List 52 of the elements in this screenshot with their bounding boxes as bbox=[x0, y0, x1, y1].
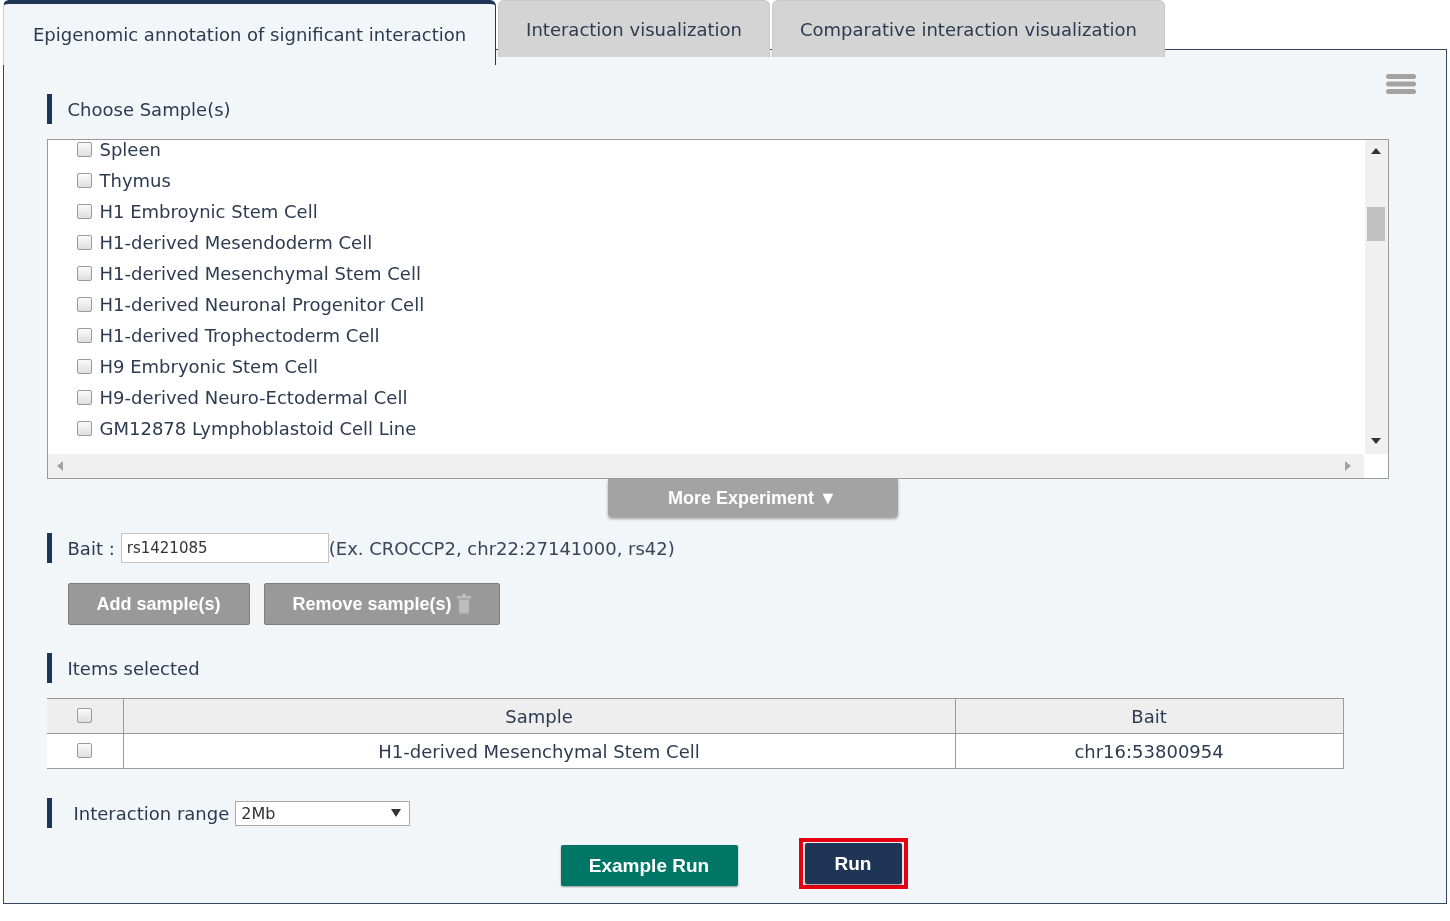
tab[interactable]: Epigenomic annotation of significant interaction bbox=[3, 0, 497, 65]
heading-marker bbox=[46, 533, 52, 563]
table-cell: chr16:53800954 bbox=[955, 733, 1343, 769]
checkbox[interactable] bbox=[77, 742, 92, 758]
checkbox[interactable] bbox=[76, 142, 92, 157]
sample-option[interactable]: Thymus bbox=[99, 170, 171, 191]
bait-input[interactable]: rs1421085 bbox=[120, 533, 329, 563]
sample-option[interactable]: H1-derived Mesenchymal Stem Cell bbox=[99, 263, 421, 284]
bait-hint: (Ex. CROCCP2, chr22:27141000, rs42) bbox=[328, 537, 675, 559]
scroll-down-icon[interactable] bbox=[1370, 438, 1381, 444]
table-cell: H1-derived Mesenchymal Stem Cell bbox=[123, 733, 956, 769]
sample-option[interactable]: H9 Embryonic Stem Cell bbox=[99, 356, 319, 377]
checkbox[interactable] bbox=[76, 390, 92, 405]
sample-option[interactable]: H1-derived Neuronal Progenitor Cell bbox=[99, 294, 425, 315]
checkbox[interactable] bbox=[76, 328, 92, 343]
checkbox[interactable] bbox=[76, 173, 92, 188]
heading-marker bbox=[46, 94, 52, 124]
tab[interactable]: Comparative interaction visualization bbox=[771, 0, 1165, 57]
section-heading: Items selected bbox=[67, 657, 200, 679]
scroll-left-icon[interactable] bbox=[56, 461, 63, 471]
dropdown-caret-icon bbox=[391, 809, 402, 817]
checkbox[interactable] bbox=[76, 235, 92, 250]
trash-icon bbox=[456, 594, 471, 614]
sample-option[interactable]: H1-derived Trophectoderm Cell bbox=[99, 325, 380, 346]
horizontal-scrollbar[interactable] bbox=[47, 454, 1364, 478]
checkbox[interactable] bbox=[76, 266, 92, 281]
sample-option[interactable]: H1 Embroynic Stem Cell bbox=[99, 201, 318, 222]
sample-option[interactable]: H9-derived Neuro-Ectodermal Cell bbox=[99, 387, 408, 408]
checkbox[interactable] bbox=[76, 297, 92, 312]
column-header: Sample bbox=[123, 698, 956, 734]
heading-marker bbox=[46, 798, 52, 828]
section-heading: Choose Sample(s) bbox=[67, 98, 231, 120]
scroll-thumb[interactable] bbox=[1366, 207, 1385, 241]
column-header: Bait bbox=[955, 698, 1343, 734]
sample-option[interactable]: GM12878 Lymphoblastoid Cell Line bbox=[99, 418, 417, 439]
scroll-right-icon[interactable] bbox=[1344, 461, 1351, 471]
run-button[interactable]: Run bbox=[804, 843, 902, 884]
heading-marker bbox=[46, 653, 52, 683]
sample-option[interactable]: Spleen bbox=[99, 140, 161, 160]
sample-option[interactable]: H1-derived Mesendoderm Cell bbox=[99, 232, 373, 253]
menu-icon[interactable] bbox=[1386, 74, 1416, 94]
vertical-scrollbar[interactable] bbox=[1364, 140, 1388, 454]
checkbox[interactable] bbox=[76, 359, 92, 374]
checkbox[interactable] bbox=[77, 707, 92, 723]
range-label: Interaction range bbox=[73, 802, 230, 824]
scroll-up-icon[interactable] bbox=[1370, 148, 1381, 154]
checkbox[interactable] bbox=[76, 421, 92, 436]
example-run-button[interactable]: Example Run bbox=[560, 845, 738, 886]
range-select[interactable]: 2Mb bbox=[235, 800, 411, 826]
tab[interactable]: Interaction visualization bbox=[498, 0, 770, 57]
bait-label: Bait : bbox=[67, 537, 115, 559]
checkbox[interactable] bbox=[76, 204, 92, 219]
